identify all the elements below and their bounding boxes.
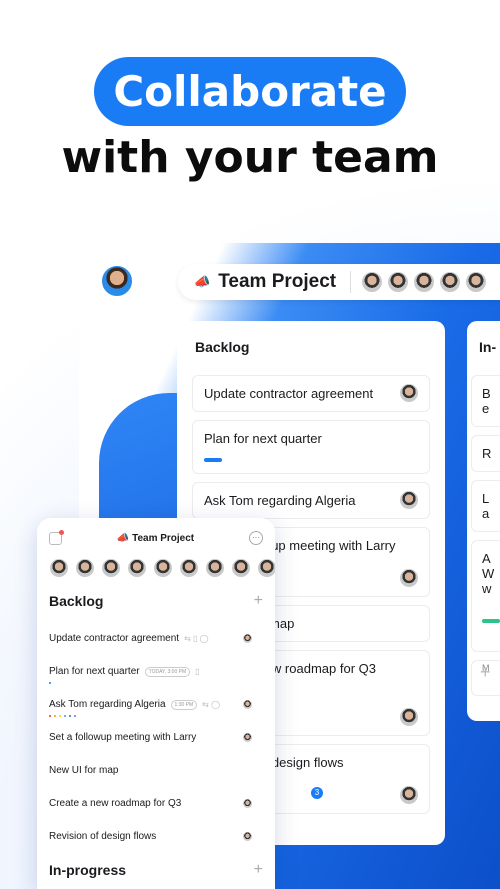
- megaphone-icon: 📣: [194, 274, 211, 289]
- task-title: Ask Tom regarding Algeria: [49, 699, 166, 710]
- task-title: Plan for next quarter: [49, 666, 140, 677]
- section-title: In-progress: [49, 862, 127, 878]
- member-avatar[interactable]: [49, 558, 69, 578]
- member-avatar[interactable]: [231, 558, 251, 578]
- subtask-icon: ⇆ ▯ ◯: [184, 634, 209, 643]
- assignee-avatar: [399, 785, 419, 805]
- phone-project-title: 📣 Team Project: [117, 533, 194, 544]
- task-row[interactable]: Set a followup meeting with Larry: [49, 721, 263, 754]
- assignee-avatar: [242, 732, 253, 743]
- member-avatar[interactable]: [257, 558, 275, 578]
- assignee-avatar: [242, 633, 253, 644]
- member-avatar[interactable]: [179, 558, 199, 578]
- project-title: Team Project: [218, 271, 337, 292]
- label-dots: [49, 715, 76, 717]
- task-row[interactable]: Create a new roadmap for Q3: [49, 787, 263, 820]
- task-card[interactable]: Ask Tom regarding Algeria: [192, 482, 430, 519]
- progress-bar: [482, 619, 500, 623]
- member-avatar[interactable]: [387, 271, 410, 293]
- card-title: Ask Tom regarding Algeria: [204, 493, 356, 508]
- user-avatar[interactable]: [100, 264, 134, 298]
- inprogress-column: In- B e R L a A W w M +: [467, 321, 500, 721]
- member-avatars: [49, 558, 275, 578]
- task-row[interactable]: New UI for map: [49, 754, 263, 787]
- comment-count-badge: 3: [311, 787, 323, 799]
- task-row[interactable]: Ask Tom regarding Algeria 1:30 PM ⇆ ◯: [49, 688, 263, 721]
- divider: [350, 271, 352, 293]
- project-header: 📣 Team Project: [178, 264, 500, 300]
- member-avatar[interactable]: [153, 558, 173, 578]
- card-title: Plan for next quarter: [204, 431, 322, 446]
- task-card[interactable]: Update contractor agreement: [192, 375, 430, 412]
- phone-title-text: Team Project: [132, 532, 195, 544]
- member-avatar[interactable]: [465, 271, 488, 293]
- assignee-avatar: [242, 798, 253, 809]
- member-avatar[interactable]: [101, 558, 121, 578]
- add-card-button[interactable]: +: [471, 660, 500, 696]
- assignee-avatar: [399, 707, 419, 727]
- assignee-avatar: [242, 699, 253, 710]
- megaphone-icon: 📣: [116, 532, 130, 544]
- task-card[interactable]: R: [471, 435, 500, 472]
- section-title: Backlog: [49, 593, 104, 609]
- subtask-icon: ⇆ ◯: [202, 700, 221, 709]
- assignee-avatar: [399, 383, 419, 403]
- hero-subtitle: with your team: [61, 132, 439, 183]
- task-card[interactable]: Plan for next quarter: [192, 420, 430, 474]
- task-card[interactable]: A W w M: [471, 540, 500, 673]
- hero-title: Collaborate: [94, 57, 406, 126]
- due-chip: 1:30 PM: [170, 699, 198, 710]
- due-chip: TODAY, 3:00 PM: [144, 666, 191, 677]
- card-title: Update contractor agreement: [204, 386, 374, 401]
- member-avatar[interactable]: [205, 558, 225, 578]
- notifications-icon[interactable]: [49, 529, 64, 545]
- task-title: Set a followup meeting with Larry: [49, 732, 197, 743]
- label-dots: [49, 682, 51, 684]
- member-avatar[interactable]: [75, 558, 95, 578]
- task-card[interactable]: L a: [471, 480, 500, 532]
- add-task-icon[interactable]: +: [254, 861, 263, 879]
- column-title: In-: [479, 339, 497, 355]
- assignee-avatar: [399, 490, 419, 510]
- assignee-avatar: [242, 831, 253, 842]
- add-task-icon[interactable]: +: [254, 592, 263, 610]
- member-avatar[interactable]: [413, 271, 436, 293]
- card-title: B e: [482, 386, 491, 416]
- phone-view: 📣 Team Project ··· Backlog + Update contr…: [37, 518, 275, 889]
- card-title: R: [482, 446, 492, 461]
- card-title: L a: [482, 491, 490, 521]
- task-title: Update contractor agreement: [49, 633, 180, 644]
- task-row[interactable]: Revision of design flows: [49, 820, 263, 853]
- task-card[interactable]: B e: [471, 375, 500, 427]
- column-title: Backlog: [195, 339, 250, 355]
- task-title: Revision of design flows: [49, 831, 157, 842]
- member-avatar[interactable]: [361, 271, 384, 293]
- progress-bar: [204, 458, 222, 462]
- task-row[interactable]: Plan for next quarter TODAY, 3:00 PM ▯: [49, 655, 263, 688]
- assignee-avatar: [399, 568, 419, 588]
- card-title: A W w: [482, 551, 495, 596]
- task-title: Create a new roadmap for Q3: [49, 798, 182, 809]
- task-title: New UI for map: [49, 765, 119, 776]
- task-row[interactable]: Update contractor agreement ⇆ ▯ ◯: [49, 622, 263, 655]
- more-options-icon[interactable]: ···: [248, 531, 263, 545]
- attachment-icon: ▯: [195, 667, 200, 676]
- member-avatar[interactable]: [127, 558, 147, 578]
- member-avatar[interactable]: [439, 271, 462, 293]
